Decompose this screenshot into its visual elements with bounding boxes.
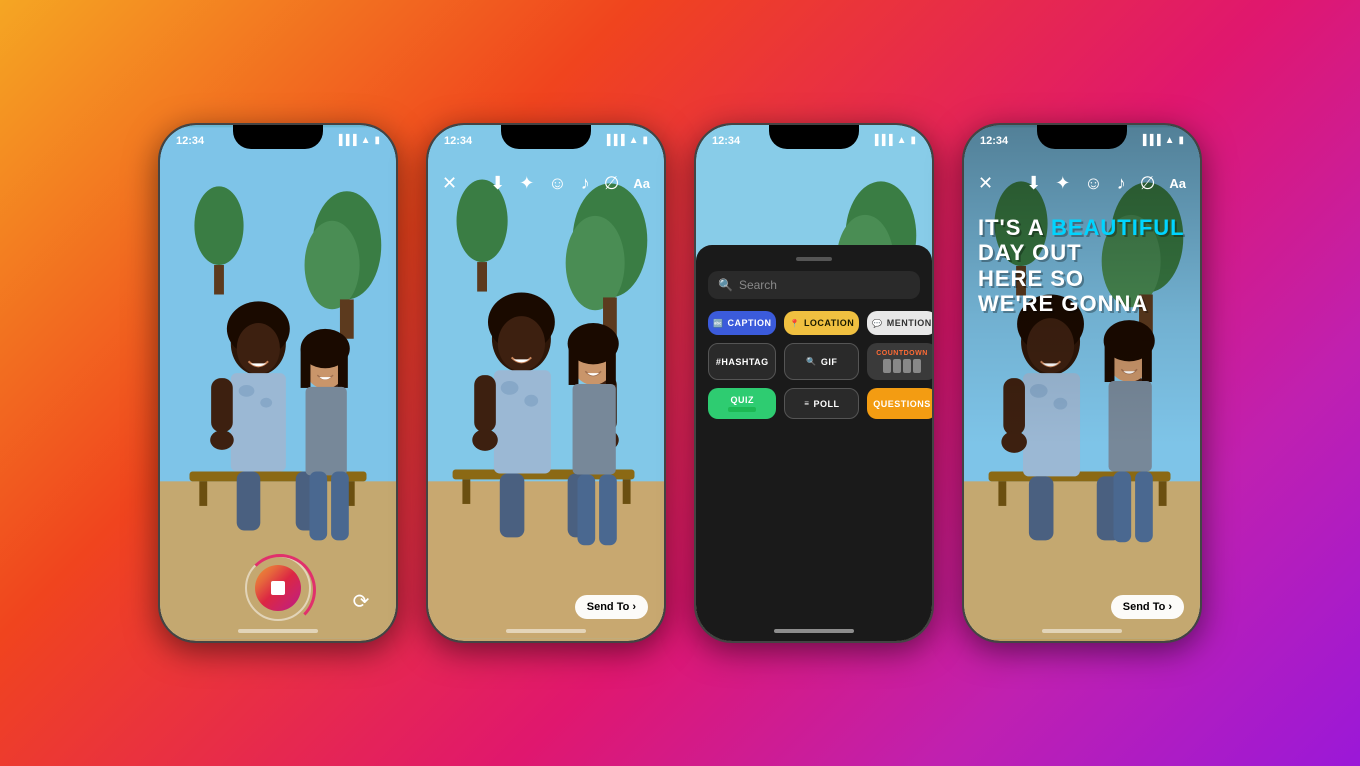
hashtag-label: #HASHTAG xyxy=(716,357,769,367)
phone-3-screen: 12:34 ▐▐▐ ▲ ▮ 🔍 Search 🔤 CA xyxy=(696,125,932,641)
status-bar-4: 12:34 ▐▐▐ ▲ ▮ xyxy=(964,125,1200,161)
signal-icon-4: ▐▐▐ xyxy=(1139,135,1160,146)
questions-label: QUESTIONS xyxy=(873,399,931,409)
sticker-gif[interactable]: 🔍 GIF xyxy=(784,343,859,380)
camera-flip-button[interactable]: ⟳ xyxy=(346,586,376,616)
toolbar-right-4: ⬇ ✦ ☺ ♪ ∅ Aa xyxy=(1026,173,1186,194)
record-progress-ring xyxy=(244,554,316,626)
mention-label: MENTION xyxy=(887,318,932,328)
send-to-arrow-4: › xyxy=(1168,601,1172,613)
sound-button-4[interactable]: ♪ xyxy=(1117,173,1126,194)
location-label: LOCATION xyxy=(804,318,854,328)
toolbar-right-2: ⬇ ✦ ☺ ♪ ∅ Aa xyxy=(490,173,650,194)
close-button-4[interactable]: ✕ xyxy=(978,173,993,194)
phone-3: 12:34 ▐▐▐ ▲ ▮ 🔍 Search 🔤 CA xyxy=(694,123,934,643)
send-to-label-2: Send To xyxy=(587,601,630,613)
phone-4-wrapper: 12:34 ▐▐▐ ▲ ▮ ✕ ⬇ ✦ ☺ ♪ ∅ Aa xyxy=(962,123,1202,643)
phone-2: 12:34 ▐▐▐ ▲ ▮ ✕ ⬇ ✦ ☺ ♪ ∅ Aa xyxy=(426,123,666,643)
status-bar-1: 12:34 ▐▐▐ ▲ ▮ xyxy=(160,125,396,161)
search-placeholder: Search xyxy=(739,278,777,292)
phone-2-screen: 12:34 ▐▐▐ ▲ ▮ ✕ ⬇ ✦ ☺ ♪ ∅ Aa xyxy=(428,125,664,641)
wifi-icon-4: ▲ xyxy=(1165,135,1175,146)
signal-icon-3: ▐▐▐ xyxy=(871,135,892,146)
status-time-2: 12:34 xyxy=(444,135,472,147)
sticker-poll[interactable]: ≡ POLL xyxy=(784,388,859,419)
caption-highlight: BEAUTIFUL xyxy=(1051,215,1185,240)
text-button-2[interactable]: Aa xyxy=(633,176,650,191)
download-button-4[interactable]: ⬇ xyxy=(1026,173,1041,194)
phone-1-screen: 12:34 ▐▐▐ ▲ ▮ ⟳ xyxy=(160,125,396,641)
caption-text: IT'S A BEAUTIFUL DAY OUT HERE SO WE'RE G… xyxy=(978,215,1186,316)
phone-1: 12:34 ▐▐▐ ▲ ▮ ⟳ xyxy=(158,123,398,643)
send-to-button-4[interactable]: Send To › xyxy=(1111,595,1184,619)
phone-2-wrapper: 12:34 ▐▐▐ ▲ ▮ ✕ ⬇ ✦ ☺ ♪ ∅ Aa xyxy=(426,123,666,643)
signal-icon-1: ▐▐▐ xyxy=(335,135,356,146)
caption-overlay: IT'S A BEAUTIFUL DAY OUT HERE SO WE'RE G… xyxy=(978,215,1186,316)
close-button-2[interactable]: ✕ xyxy=(442,173,457,194)
toolbar-4: ✕ ⬇ ✦ ☺ ♪ ∅ Aa xyxy=(964,161,1200,205)
caption-icon: 🔤 xyxy=(713,319,723,328)
status-icons-3: ▐▐▐ ▲ ▮ xyxy=(871,135,916,146)
sticker-panel: 🔍 Search 🔤 CAPTION 📍 LOCATION 💬 xyxy=(696,245,932,641)
sticker-quiz[interactable]: QUIZ xyxy=(708,388,776,419)
status-icons-2: ▐▐▐ ▲ ▮ xyxy=(603,135,648,146)
emoji-button-2[interactable]: ☺ xyxy=(548,173,566,194)
sticker-countdown[interactable]: COUNTDOWN xyxy=(867,343,932,380)
phone-3-wrapper: 12:34 ▐▐▐ ▲ ▮ 🔍 Search 🔤 CA xyxy=(694,123,934,643)
mute-button-2[interactable]: ∅ xyxy=(604,173,620,194)
send-to-arrow-2: › xyxy=(632,601,636,613)
phone-4: 12:34 ▐▐▐ ▲ ▮ ✕ ⬇ ✦ ☺ ♪ ∅ Aa xyxy=(962,123,1202,643)
record-button[interactable] xyxy=(243,553,313,623)
mute-button-4[interactable]: ∅ xyxy=(1140,173,1156,194)
sound-button-2[interactable]: ♪ xyxy=(581,173,590,194)
status-time-1: 12:34 xyxy=(176,135,204,147)
poll-label: POLL xyxy=(813,399,839,409)
download-button-2[interactable]: ⬇ xyxy=(490,173,505,194)
battery-icon-2: ▮ xyxy=(642,135,648,146)
record-outer-ring xyxy=(245,555,311,621)
countdown-label: COUNTDOWN xyxy=(876,350,928,357)
sparkles-button-4[interactable]: ✦ xyxy=(1055,173,1070,194)
signal-icon-2: ▐▐▐ xyxy=(603,135,624,146)
status-bar-3: 12:34 ▐▐▐ ▲ ▮ xyxy=(696,125,932,161)
wifi-icon-1: ▲ xyxy=(361,135,371,146)
mention-icon: 💬 xyxy=(872,319,882,328)
phone-4-screen: 12:34 ▐▐▐ ▲ ▮ ✕ ⬇ ✦ ☺ ♪ ∅ Aa xyxy=(964,125,1200,641)
sticker-search-bar[interactable]: 🔍 Search xyxy=(708,271,920,299)
search-icon: 🔍 xyxy=(718,278,733,292)
text-button-4[interactable]: Aa xyxy=(1169,176,1186,191)
quiz-label: QUIZ xyxy=(730,395,754,405)
status-bar-2: 12:34 ▐▐▐ ▲ ▮ xyxy=(428,125,664,161)
phone-1-wrapper: 12:34 ▐▐▐ ▲ ▮ ⟳ xyxy=(158,123,398,643)
sticker-hashtag[interactable]: #HASHTAG xyxy=(708,343,776,380)
gif-label: GIF xyxy=(821,357,838,367)
quiz-bar xyxy=(728,407,756,412)
battery-icon-1: ▮ xyxy=(374,135,380,146)
toolbar-2: ✕ ⬇ ✦ ☺ ♪ ∅ Aa xyxy=(428,161,664,205)
panel-handle xyxy=(796,257,832,261)
send-to-button-2[interactable]: Send To › xyxy=(575,595,648,619)
countdown-bars xyxy=(883,359,921,373)
sticker-grid: 🔤 CAPTION 📍 LOCATION 💬 MENTION #HASHTAG xyxy=(708,311,920,419)
send-to-label-4: Send To xyxy=(1123,601,1166,613)
status-time-4: 12:34 xyxy=(980,135,1008,147)
sticker-mention[interactable]: 💬 MENTION xyxy=(867,311,932,335)
location-icon: 📍 xyxy=(789,319,799,328)
battery-icon-3: ▮ xyxy=(910,135,916,146)
battery-icon-4: ▮ xyxy=(1178,135,1184,146)
caption-label: CAPTION xyxy=(727,318,771,328)
emoji-button-4[interactable]: ☺ xyxy=(1084,173,1102,194)
status-icons-4: ▐▐▐ ▲ ▮ xyxy=(1139,135,1184,146)
wifi-icon-3: ▲ xyxy=(897,135,907,146)
sticker-caption[interactable]: 🔤 CAPTION xyxy=(708,311,776,335)
gif-search-icon: 🔍 xyxy=(806,357,816,366)
status-icons-1: ▐▐▐ ▲ ▮ xyxy=(335,135,380,146)
wifi-icon-2: ▲ xyxy=(629,135,639,146)
sticker-location[interactable]: 📍 LOCATION xyxy=(784,311,859,335)
poll-icon: ≡ xyxy=(804,399,809,408)
sticker-questions[interactable]: QUESTIONS xyxy=(867,388,932,419)
status-time-3: 12:34 xyxy=(712,135,740,147)
sparkles-button-2[interactable]: ✦ xyxy=(519,173,534,194)
